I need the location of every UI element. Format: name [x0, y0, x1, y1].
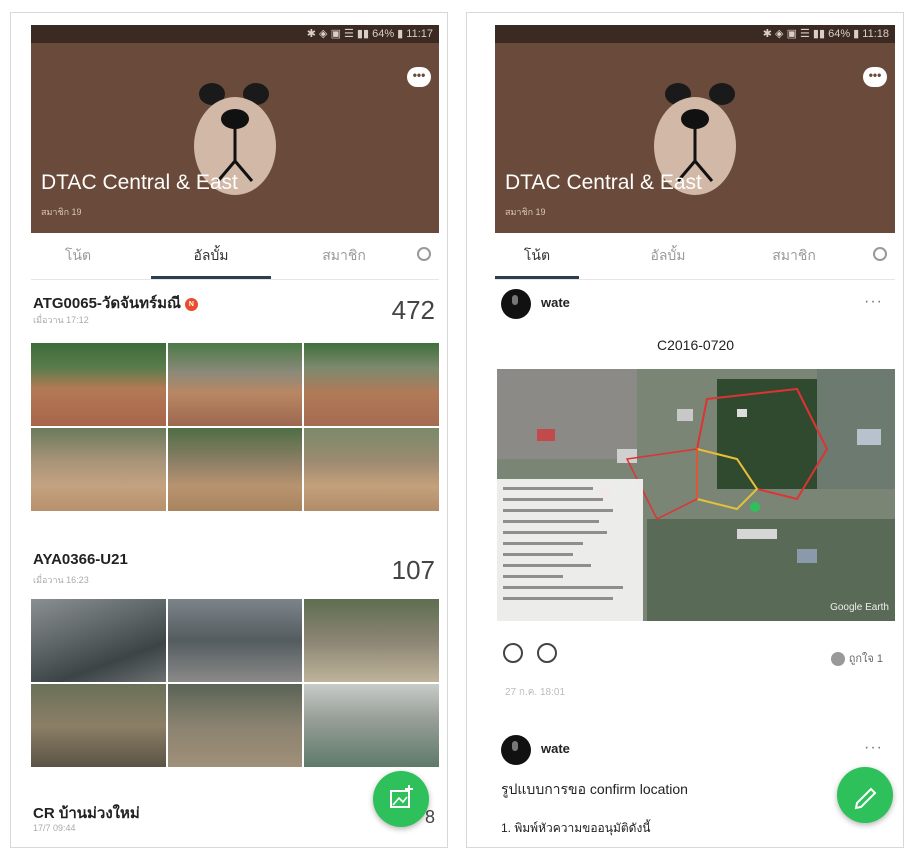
album-thumbnail[interactable] [304, 599, 439, 682]
map-info-panel [497, 479, 643, 621]
post-heading: รูปแบบการขอ confirm location [501, 781, 688, 797]
album-thumbnail[interactable] [304, 343, 439, 426]
like-count[interactable]: ถูกใจ 1 [830, 649, 883, 667]
add-photo-icon [390, 785, 413, 808]
album-photo-grid [31, 343, 439, 511]
avatar[interactable] [501, 735, 531, 765]
tab-notes[interactable]: โน้ต [495, 233, 579, 279]
more-options-icon[interactable]: ··· [864, 293, 883, 311]
post-header: wate [501, 289, 881, 323]
tab-members[interactable]: สมาชิก [749, 233, 839, 279]
album-time: 17/7 09:44 [33, 823, 76, 833]
album-photo-grid [31, 599, 439, 767]
album-item[interactable]: AYA0366-U21 เมื่อวาน 16:23 107 [31, 541, 439, 781]
tab-notes[interactable]: โน้ต [33, 233, 123, 279]
post-author[interactable]: wate [541, 741, 570, 756]
post-title: C2016-0720 [657, 337, 735, 353]
post-time: 27 ก.ค. 18:01 [505, 687, 566, 698]
album-thumbnail[interactable] [31, 684, 166, 767]
album-name: AYA0366-U21 [33, 551, 128, 568]
emoji-icon[interactable] [503, 643, 523, 663]
chat-bubble-icon[interactable]: ••• [407, 67, 431, 87]
like-icon [830, 652, 845, 667]
group-title: DTAC Central & East [41, 171, 238, 194]
active-tab-indicator [151, 276, 271, 279]
right-screen: ✱ ◈ ▣ ☰ ▮▮ 64% ▮ 11:18 ••• DTAC Central … [466, 12, 904, 848]
tab-bar: โน้ต อัลบั้ม สมาชิก [31, 233, 439, 280]
album-photo-count: 472 [391, 295, 435, 325]
album-thumbnail[interactable] [304, 684, 439, 767]
pencil-icon [854, 787, 877, 810]
group-title: DTAC Central & East [505, 171, 702, 194]
new-badge: N [184, 297, 198, 311]
tab-albums[interactable]: อัลบั้ม [623, 233, 713, 279]
add-photo-fab[interactable] [373, 771, 429, 827]
album-name: ATG0065-วัดจันทร์มณี N [33, 291, 198, 315]
post-header: wate [501, 735, 881, 769]
album-item[interactable]: ATG0065-วัดจันทร์มณี N เมื่อวาน 17:12 472 [31, 281, 439, 513]
album-time: เมื่อวาน 16:23 [33, 575, 89, 585]
group-cover: ••• DTAC Central & East สมาชิก 19 [31, 43, 439, 233]
member-count: สมาชิก 19 [505, 207, 546, 217]
album-time: เมื่อวาน 17:12 [33, 315, 89, 325]
member-count: สมาชิก 19 [41, 207, 82, 217]
chat-bubble-icon[interactable]: ••• [863, 67, 887, 87]
status-bar: ✱ ◈ ▣ ☰ ▮▮ 64% ▮ 11:17 [31, 25, 439, 43]
tab-bar: โน้ต อัลบั้ม สมาชิก [495, 233, 895, 280]
album-thumbnail[interactable] [167, 343, 303, 426]
compose-fab[interactable] [837, 767, 893, 823]
post-author[interactable]: wate [541, 295, 570, 310]
settings-icon[interactable] [417, 247, 431, 261]
album-name: CR บ้านม่วงใหม่ [33, 805, 140, 822]
tab-members[interactable]: สมาชิก [299, 233, 389, 279]
active-tab-indicator [495, 276, 579, 279]
avatar[interactable] [501, 289, 531, 319]
tab-albums[interactable]: อัลบั้ม [151, 233, 271, 279]
album-thumbnail[interactable] [304, 428, 439, 511]
group-cover: ••• DTAC Central & East สมาชิก 19 [495, 43, 895, 233]
post-map-image[interactable]: Google Earth [497, 369, 895, 621]
settings-icon[interactable] [873, 247, 887, 261]
left-screen: ✱ ◈ ▣ ☰ ▮▮ 64% ▮ 11:17 ••• DTAC Central … [10, 12, 448, 848]
status-bar: ✱ ◈ ▣ ☰ ▮▮ 64% ▮ 11:18 [495, 25, 895, 43]
album-thumbnail[interactable] [167, 599, 303, 682]
album-thumbnail[interactable] [167, 428, 303, 511]
post-line: 1. พิมพ์หัวความขออนุมัติดังนี้ [501, 821, 651, 835]
comment-icon[interactable] [537, 643, 557, 663]
album-thumbnail[interactable] [167, 684, 303, 767]
album-photo-count: 107 [391, 555, 435, 585]
more-options-icon[interactable]: ··· [864, 739, 883, 757]
album-thumbnail[interactable] [31, 599, 166, 682]
map-credit: Google Earth [830, 602, 889, 613]
album-thumbnail[interactable] [31, 428, 166, 511]
album-thumbnail[interactable] [31, 343, 166, 426]
